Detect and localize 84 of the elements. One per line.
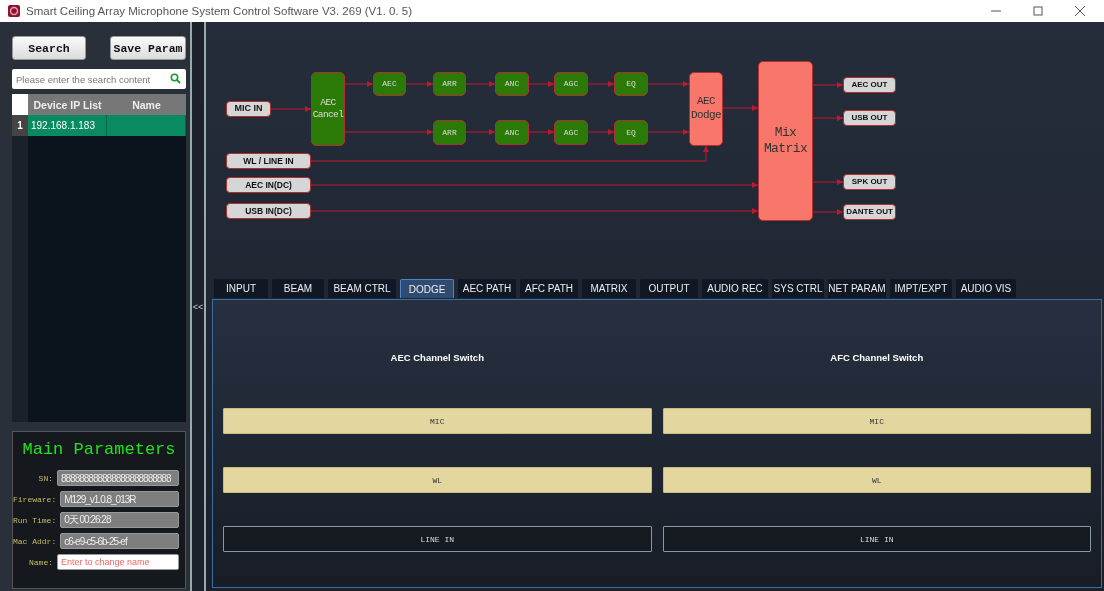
process-block[interactable]: AGC xyxy=(554,120,588,145)
tab[interactable]: OUTPUT xyxy=(640,279,698,298)
channel-switch[interactable]: MIC xyxy=(662,408,1091,434)
close-icon[interactable] xyxy=(1074,5,1086,17)
tab[interactable]: BEAM CTRL xyxy=(328,279,396,298)
port-node[interactable]: AEC IN(DC) xyxy=(226,177,311,193)
tab[interactable]: SYS CTRL xyxy=(772,279,824,298)
process-block[interactable]: ANC xyxy=(495,72,529,96)
field-label: Run Time: xyxy=(13,515,57,525)
value-field: 0天 00:26:28 xyxy=(60,512,179,528)
tab[interactable]: INPUT xyxy=(214,279,268,298)
search-field[interactable]: Please enter the search content xyxy=(12,69,186,89)
row-number: 1 xyxy=(12,115,28,136)
channel-switch[interactable]: MIC xyxy=(223,408,652,434)
process-block[interactable]: ARR xyxy=(433,72,466,96)
port-node[interactable]: WL / LINE IN xyxy=(226,153,311,169)
field-label: SN: xyxy=(38,473,53,483)
port-node[interactable]: USB OUT xyxy=(843,110,896,126)
table-cell: 192.168.1.183 xyxy=(28,115,107,136)
process-block[interactable]: AGC xyxy=(554,72,588,96)
panel-title: Main Parameters xyxy=(21,440,177,459)
port-node[interactable]: DANTE OUT xyxy=(843,204,896,220)
mixer-block[interactable]: AEC Dodge xyxy=(689,72,723,146)
arrow-connector xyxy=(647,129,690,135)
tab[interactable]: MATRIX xyxy=(582,279,636,298)
arrow-connector xyxy=(587,129,615,135)
process-block[interactable]: EQ xyxy=(614,120,648,145)
arrow-connector xyxy=(528,129,555,135)
arrow-connector xyxy=(528,81,555,87)
search-icon[interactable] xyxy=(170,73,181,84)
arrow-connector xyxy=(812,179,844,185)
app-logo-icon xyxy=(8,5,20,17)
column-header: Name xyxy=(131,97,162,113)
group-title: AFC Channel Switch xyxy=(829,352,925,363)
channel-switch[interactable]: WL xyxy=(662,467,1091,493)
channel-switch[interactable]: LINE IN xyxy=(223,526,652,552)
arrow-connector xyxy=(812,115,844,121)
name-input-field[interactable]: Enter to change name xyxy=(57,554,179,570)
process-block[interactable]: ANC xyxy=(495,120,529,145)
port-node[interactable]: USB IN(DC) xyxy=(226,203,311,219)
channel-switch[interactable]: LINE IN xyxy=(662,526,1091,552)
value-field: c6-e9-c5-6b-25-ef xyxy=(60,533,179,549)
arrow-connector xyxy=(270,106,312,112)
arrow-connector xyxy=(812,82,844,88)
value-field: 888888888888888888888888 xyxy=(57,470,179,486)
arrow-connector xyxy=(344,81,374,87)
process-block[interactable]: AEC xyxy=(373,72,406,96)
process-block[interactable]: AEC Cancel xyxy=(311,72,345,146)
tab[interactable]: AUDIO VIS xyxy=(956,279,1016,298)
tab[interactable]: BEAM xyxy=(272,279,324,298)
arrow-connector xyxy=(722,105,759,111)
splitter-bar[interactable]: << xyxy=(190,22,206,591)
column-header: Device IP List xyxy=(32,97,103,113)
mixer-block[interactable]: Mix Matrix xyxy=(758,61,813,221)
collapse-label[interactable]: << xyxy=(192,301,204,312)
group-title: AEC Channel Switch xyxy=(389,352,485,363)
tab[interactable]: AFC PATH xyxy=(520,279,578,298)
maximize-icon[interactable] xyxy=(1032,5,1044,17)
table-corner xyxy=(12,94,28,115)
tab[interactable]: AEC PATH xyxy=(458,279,516,298)
process-block[interactable]: ARR xyxy=(433,120,466,145)
arrow-connector xyxy=(465,129,496,135)
value-field: M129_v1.0.8_013R xyxy=(60,491,179,507)
port-node[interactable]: AEC OUT xyxy=(843,77,896,93)
save-param-button[interactable]: Save Param xyxy=(110,36,186,60)
field-label: Fireware: xyxy=(13,494,57,504)
tab[interactable]: NET PARAM xyxy=(828,279,886,298)
tab[interactable]: IMPT/EXPT xyxy=(890,279,952,298)
search-button[interactable]: Search xyxy=(12,36,86,60)
arrow-connector xyxy=(587,81,615,87)
tab[interactable]: DODGE xyxy=(400,279,454,298)
arrow-connector xyxy=(647,81,690,87)
arrow-connector xyxy=(812,209,844,215)
window-title: Smart Ceiling Array Microphone System Control Software V3. 269 (V1. 0. 5) xyxy=(26,5,414,17)
channel-switch[interactable]: WL xyxy=(223,467,652,493)
arrow-connector xyxy=(465,81,496,87)
field-label: Mac Addr: xyxy=(13,536,57,546)
arrow-connector xyxy=(405,81,434,87)
tab[interactable]: AUDIO REC xyxy=(702,279,768,298)
port-node[interactable]: MIC IN xyxy=(226,101,271,117)
field-label: Name: xyxy=(29,557,53,567)
device-row[interactable]: 1 192.168.1.183 xyxy=(12,115,186,136)
process-block[interactable]: EQ xyxy=(614,72,648,96)
port-node[interactable]: SPK OUT xyxy=(843,174,896,190)
